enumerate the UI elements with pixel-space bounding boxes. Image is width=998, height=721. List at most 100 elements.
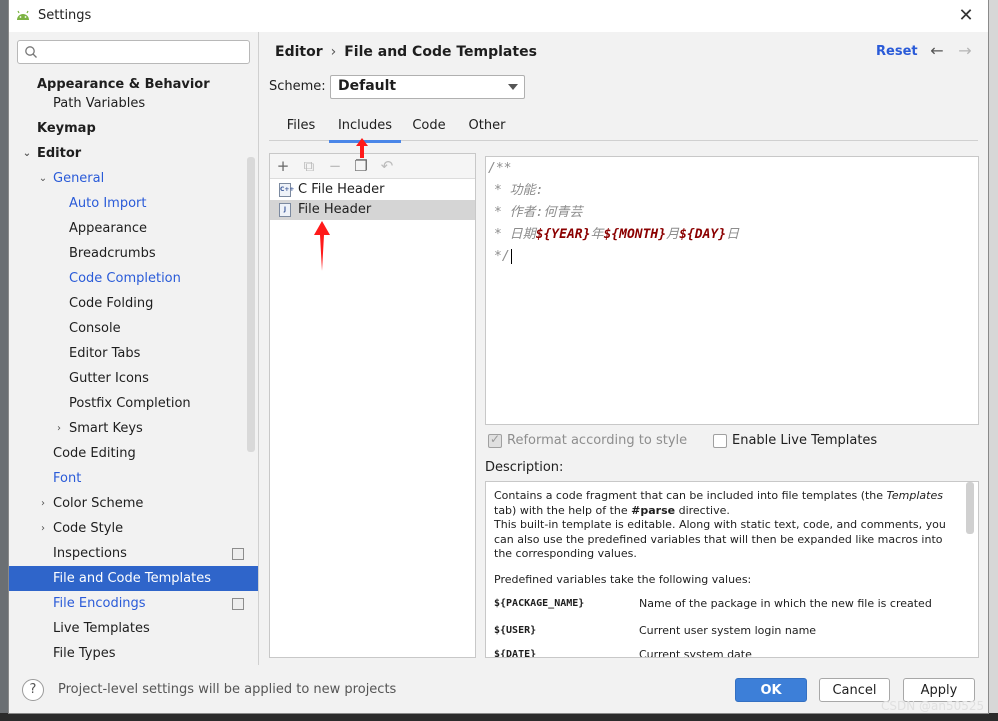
sidebar-item-postfix-completion[interactable]: Postfix Completion: [9, 391, 258, 416]
description-keyword: #parse: [631, 503, 676, 517]
search-icon: [25, 46, 37, 58]
sidebar-item-file-encodings[interactable]: File Encodings: [9, 591, 258, 616]
sidebar-item-label: Live Templates: [53, 621, 150, 636]
close-icon[interactable]: ✕: [954, 4, 978, 28]
sidebar-item-file-types[interactable]: File Types: [9, 641, 258, 666]
add-icon[interactable]: +: [274, 157, 292, 175]
remove-icon[interactable]: −: [326, 157, 344, 175]
chevron-right-icon[interactable]: ›: [37, 491, 49, 516]
sidebar-item-code-style[interactable]: › Code Style: [9, 516, 258, 541]
sidebar-item-inspections[interactable]: Inspections: [9, 541, 258, 566]
description-text: directive.: [675, 503, 730, 517]
code-line: * 日期${YEAR}年${MONTH}月${DAY}日: [494, 225, 739, 245]
variable-name: ${DATE}: [494, 649, 537, 658]
sidebar-item-live-templates[interactable]: Live Templates: [9, 616, 258, 641]
sidebar-item-label: File and Code Templates: [53, 571, 211, 586]
copy-icon[interactable]: ❐: [352, 157, 370, 175]
sidebar-item-code-editing[interactable]: Code Editing: [9, 441, 258, 466]
background-bottom-edge: [0, 713, 998, 721]
sidebar-item-general[interactable]: ⌄ General: [9, 166, 258, 191]
help-button[interactable]: ?: [22, 679, 44, 701]
window-title: Settings: [38, 8, 92, 23]
search-box[interactable]: [17, 40, 250, 64]
live-templates-checkbox[interactable]: [713, 434, 727, 448]
annotation-arrow-up: [314, 221, 330, 271]
code-variable: ${DAY}: [679, 227, 727, 242]
sidebar-item-editor[interactable]: ⌄ Editor: [9, 141, 258, 166]
scheme-dropdown[interactable]: Default: [330, 75, 525, 99]
code-text: * 日期: [494, 227, 536, 242]
search-input[interactable]: [40, 43, 244, 61]
sidebar-item-file-and-code-templates[interactable]: File and Code Templates: [9, 566, 258, 591]
variable-description: Name of the package in which the new fil…: [639, 597, 932, 610]
list-item[interactable]: C++ C File Header: [270, 180, 475, 200]
breadcrumb-root[interactable]: Editor: [275, 44, 323, 60]
sidebar-item-label: Code Style: [53, 521, 124, 536]
chevron-right-icon[interactable]: ›: [37, 516, 49, 541]
code-line: */: [494, 247, 512, 267]
template-editor[interactable]: /** * 功能: * 作者:何青芸 * 日期${YEAR}年${MONTH}月…: [485, 156, 979, 425]
forward-arrow-icon[interactable]: →: [955, 40, 975, 62]
sidebar-item-gutter-icons[interactable]: Gutter Icons: [9, 366, 258, 391]
sidebar-item-label: General: [53, 171, 105, 186]
description-text: tab) with the help of the: [494, 503, 632, 517]
sidebar-item-label: Appearance: [69, 221, 148, 236]
chevron-down-icon[interactable]: ⌄: [21, 141, 33, 166]
template-tabs: Files Includes Code Other: [269, 112, 978, 143]
sidebar-scrollbar[interactable]: [247, 157, 255, 452]
add-child-icon[interactable]: ⧉: [300, 157, 318, 175]
code-text: 月: [666, 227, 680, 242]
cpp-file-icon: C++: [279, 183, 294, 197]
sidebar-item-editor-tabs[interactable]: Editor Tabs: [9, 341, 258, 366]
sidebar-item-keymap[interactable]: Keymap: [9, 116, 258, 141]
sidebar-item-path-variables[interactable]: Path Variables: [9, 91, 258, 116]
code-text: 日: [726, 227, 740, 242]
project-scope-icon: [232, 548, 244, 560]
template-name: C File Header: [298, 182, 385, 197]
dropdown-caret-icon: [508, 84, 518, 90]
text-caret: [510, 249, 512, 264]
template-name: File Header: [298, 202, 372, 217]
chevron-right-icon[interactable]: ›: [53, 416, 65, 441]
code-line: * 作者:何青芸: [494, 205, 583, 220]
background-right-edge: [989, 0, 998, 721]
annotation-arrow-up: [356, 138, 368, 158]
sidebar-item-color-scheme[interactable]: › Color Scheme: [9, 491, 258, 516]
sidebar-item-label: Path Variables: [53, 96, 146, 111]
description-paragraph: This built-in template is editable. Alon…: [494, 518, 946, 560]
variable-description: Current system date: [639, 648, 752, 658]
template-list-panel: + ⧉ − ❐ ↶ C++ C File Header J File Heade…: [269, 153, 476, 658]
breadcrumb-separator: ›: [330, 44, 337, 60]
ok-button[interactable]: OK: [735, 678, 807, 702]
code-line: * 功能:: [494, 183, 544, 198]
tab-code[interactable]: Code: [409, 118, 449, 140]
sidebar-item-code-completion[interactable]: Code Completion: [9, 266, 258, 291]
code-variable: ${MONTH}: [603, 227, 667, 242]
sidebar-item-label: Code Editing: [53, 446, 136, 461]
chevron-down-icon[interactable]: ⌄: [37, 166, 49, 191]
reset-to-default-icon[interactable]: ↶: [378, 157, 396, 175]
tab-other[interactable]: Other: [465, 118, 509, 140]
list-item[interactable]: J File Header: [270, 200, 475, 220]
settings-content: Editor › File and Code Templates Reset ← →…: [259, 32, 988, 665]
reformat-checkbox[interactable]: ✓: [488, 432, 502, 448]
code-line: /**: [488, 161, 512, 176]
list-toolbar: + ⧉ − ❐ ↶: [270, 154, 475, 179]
sidebar-item-label: Keymap: [37, 121, 96, 136]
sidebar-item-console[interactable]: Console: [9, 316, 258, 341]
tab-files[interactable]: Files: [281, 118, 321, 140]
sidebar-item-label: Code Folding: [69, 296, 154, 311]
cancel-button[interactable]: Cancel: [819, 678, 890, 702]
breadcrumb: Editor › File and Code Templates: [275, 44, 537, 60]
sidebar-item-font[interactable]: Font: [9, 466, 258, 491]
sidebar-item-smart-keys[interactable]: › Smart Keys: [9, 416, 258, 441]
sidebar-item-code-folding[interactable]: Code Folding: [9, 291, 258, 316]
description-scrollbar[interactable]: [966, 482, 974, 534]
sidebar-item-appearance[interactable]: Appearance: [9, 216, 258, 241]
sidebar-item-label: Inspections: [53, 546, 127, 561]
back-arrow-icon[interactable]: ←: [927, 40, 947, 62]
description-panel: Contains a code fragment that can be inc…: [485, 481, 979, 658]
sidebar-item-auto-import[interactable]: Auto Import: [9, 191, 258, 216]
sidebar-item-breadcrumbs[interactable]: Breadcrumbs: [9, 241, 258, 266]
reset-link[interactable]: Reset: [876, 44, 918, 59]
